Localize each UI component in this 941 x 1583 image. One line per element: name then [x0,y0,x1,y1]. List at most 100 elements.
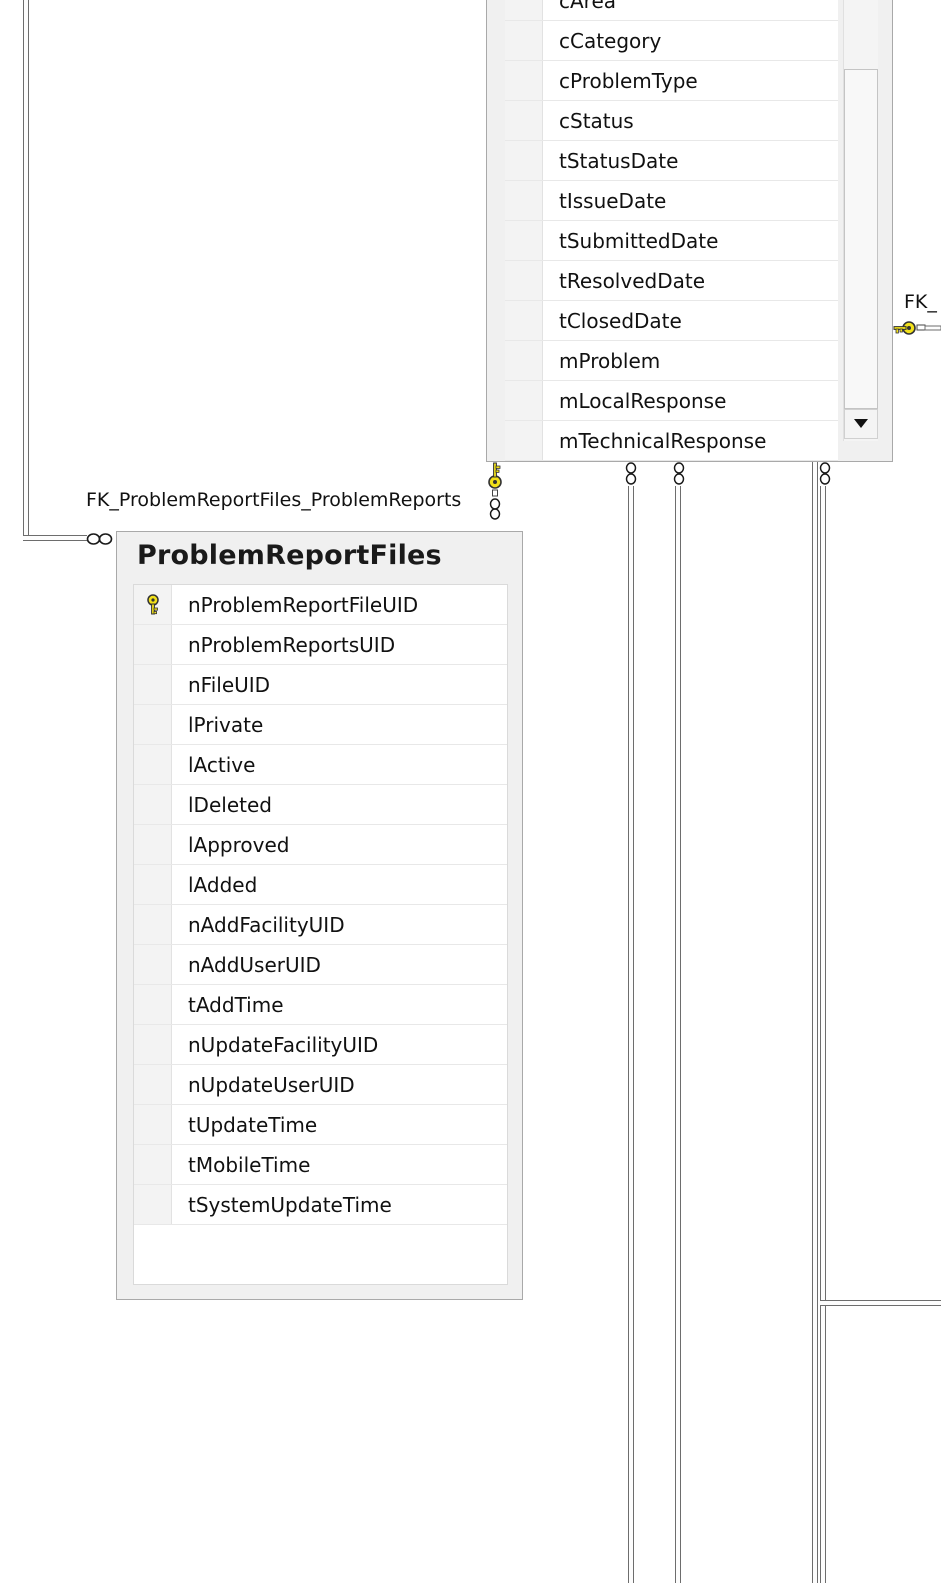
table-row[interactable]: tClosedDate [505,301,838,341]
table-row[interactable]: lActive [134,745,507,785]
row-selector[interactable] [505,141,543,180]
relationship-line-right-vertical [820,486,826,1583]
column-name: nProblemReportFileUID [188,592,419,617]
table-row[interactable]: nUpdateUserUID [134,1065,507,1105]
table-row[interactable]: tAddTime [134,985,507,1025]
relationship-line-right-vertical-2 [812,460,818,1583]
key-icon [146,593,159,614]
table-row[interactable]: nAddFacilityUID [134,905,507,945]
row-selector[interactable] [505,61,543,100]
table-row[interactable]: cStatus [505,101,838,141]
table-row[interactable]: cCategory [505,21,838,61]
column-name: tUpdateTime [188,1112,318,1137]
table-row[interactable]: tUpdateTime [134,1105,507,1145]
column-name: mProblem [559,348,661,373]
column-name: tSystemUpdateTime [188,1192,392,1217]
row-selector[interactable] [505,261,543,300]
row-selector[interactable] [134,785,172,824]
table-row[interactable]: nAddUserUID [134,945,507,985]
table-row[interactable]: tMobileTime [134,1145,507,1185]
column-name: mLocalResponse [559,388,727,413]
table-row[interactable]: tStatusDate [505,141,838,181]
infinity-icon [625,462,637,485]
table-row[interactable]: tSubmittedDate [505,221,838,261]
table-row[interactable]: tIssueDate [505,181,838,221]
column-name: lPrivate [188,712,264,737]
table-row[interactable]: tSystemUpdateTime [134,1185,507,1225]
table-row[interactable]: lDeleted [134,785,507,825]
table-row[interactable]: mProblem [505,341,838,381]
table-title[interactable]: ProblemReportFiles [137,540,442,571]
row-selector[interactable] [134,705,172,744]
table-row[interactable]: lAdded [134,865,507,905]
row-selector[interactable] [134,585,172,624]
relationship-line-right-horizontal [820,1300,941,1306]
relationship-line-mid-1 [628,486,634,1583]
table-row[interactable]: nUpdateFacilityUID [134,1025,507,1065]
table-row[interactable]: nProblemReportsUID [134,625,507,665]
row-selector[interactable] [505,421,543,460]
row-selector[interactable] [134,1025,172,1064]
relationship-line-left-vertical [23,0,29,538]
column-name: mTechnicalResponse [559,428,767,453]
relationship-line-left-horizontal [23,535,87,541]
column-name: nFileUID [188,672,271,697]
table-row[interactable]: mLocalResponse [505,381,838,421]
column-name: cStatus [559,108,634,133]
row-selector[interactable] [505,21,543,60]
vertical-scrollbar[interactable] [843,0,878,441]
table-row[interactable]: lApproved [134,825,507,865]
scroll-down-button[interactable] [844,409,878,439]
fk-label-problem-report-files[interactable]: FK_ProblemReportFiles_ProblemReports [86,489,461,511]
column-name: nUpdateUserUID [188,1072,355,1097]
fk-label-right-partial[interactable]: FK_ [904,291,937,313]
row-selector[interactable] [134,865,172,904]
row-selector[interactable] [134,745,172,784]
table-row[interactable]: cArea [505,0,838,21]
problem-reports-table[interactable]: cArea cCategory cProblemType cStatus tSt… [486,0,893,462]
column-name: cCategory [559,28,662,53]
row-selector[interactable] [134,905,172,944]
table-row[interactable]: mTechnicalResponse [505,421,838,461]
row-selector[interactable] [134,665,172,704]
column-name: lActive [188,752,256,777]
infinity-icon [673,462,685,485]
column-name: cProblemType [559,68,698,93]
table-row[interactable]: nProblemReportFileUID [134,585,507,625]
key-icon [893,321,941,335]
column-name: nProblemReportsUID [188,632,396,657]
row-selector[interactable] [505,221,543,260]
infinity-icon [819,462,831,485]
row-selector[interactable] [505,181,543,220]
row-selector[interactable] [505,341,543,380]
relationship-line-mid-2 [675,486,681,1583]
column-name: tResolvedDate [559,268,705,293]
column-name: tAddTime [188,992,284,1017]
row-selector[interactable] [505,101,543,140]
problem-report-files-grid: nProblemReportFileUID nProblemReportsUID… [133,584,508,1285]
scrollbar-thumb[interactable] [844,69,878,409]
column-name: tClosedDate [559,308,682,333]
row-selector[interactable] [505,301,543,340]
row-selector[interactable] [134,1185,172,1224]
row-selector[interactable] [134,1065,172,1104]
key-icon [488,462,502,520]
table-row[interactable]: tResolvedDate [505,261,838,301]
row-selector[interactable] [134,625,172,664]
row-selector[interactable] [134,985,172,1024]
row-selector[interactable] [134,1145,172,1184]
table-row[interactable]: cProblemType [505,61,838,101]
row-selector[interactable] [505,381,543,420]
triangle-down-icon [854,419,868,428]
column-name: nAddUserUID [188,952,321,977]
table-row[interactable]: nFileUID [134,665,507,705]
table-row[interactable]: lPrivate [134,705,507,745]
row-selector[interactable] [134,1105,172,1144]
column-name: tMobileTime [188,1152,311,1177]
row-selector[interactable] [134,825,172,864]
row-selector[interactable] [134,945,172,984]
row-selector[interactable] [505,0,543,20]
column-name: tStatusDate [559,148,679,173]
problem-report-files-table[interactable]: ProblemReportFiles nProblemReportFileUID… [116,531,523,1300]
column-name: lDeleted [188,792,272,817]
